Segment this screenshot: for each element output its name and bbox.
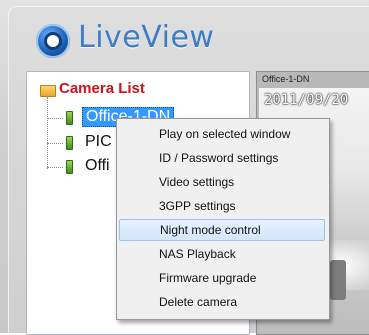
menu-item-3gpp-settings[interactable]: 3GPP settings [119, 195, 325, 217]
camera-item-offi[interactable]: Offi [85, 157, 110, 175]
app-title: LiveView [78, 20, 215, 55]
tree-line [47, 118, 63, 120]
tree-line [47, 97, 49, 169]
menu-item-night-mode-control[interactable]: Night mode control [119, 219, 325, 241]
menu-item-firmware-upgrade[interactable]: Firmware upgrade [119, 267, 325, 289]
folder-icon [40, 85, 56, 97]
video-timestamp-overlay: 2011/09/20 [264, 92, 349, 108]
video-window-title: Office-1-DN [262, 74, 310, 84]
camera-item-pic[interactable]: PIC [85, 133, 112, 151]
camera-list-title: Camera List [59, 80, 145, 97]
menu-item-id-password-settings[interactable]: ID / Password settings [119, 147, 325, 169]
camera-icon [66, 111, 73, 125]
tree-line [47, 143, 63, 145]
liveview-logo-icon [36, 24, 70, 58]
tree-line [47, 167, 63, 169]
camera-context-menu: Play on selected window ID / Password se… [116, 118, 330, 320]
video-scene-object [330, 260, 346, 300]
menu-item-delete-camera[interactable]: Delete camera [119, 291, 325, 313]
camera-icon [66, 160, 73, 174]
menu-item-video-settings[interactable]: Video settings [119, 171, 325, 193]
menu-item-play-on-selected-window[interactable]: Play on selected window [119, 123, 325, 145]
camera-icon [66, 136, 73, 150]
menu-item-nas-playback[interactable]: NAS Playback [119, 243, 325, 265]
